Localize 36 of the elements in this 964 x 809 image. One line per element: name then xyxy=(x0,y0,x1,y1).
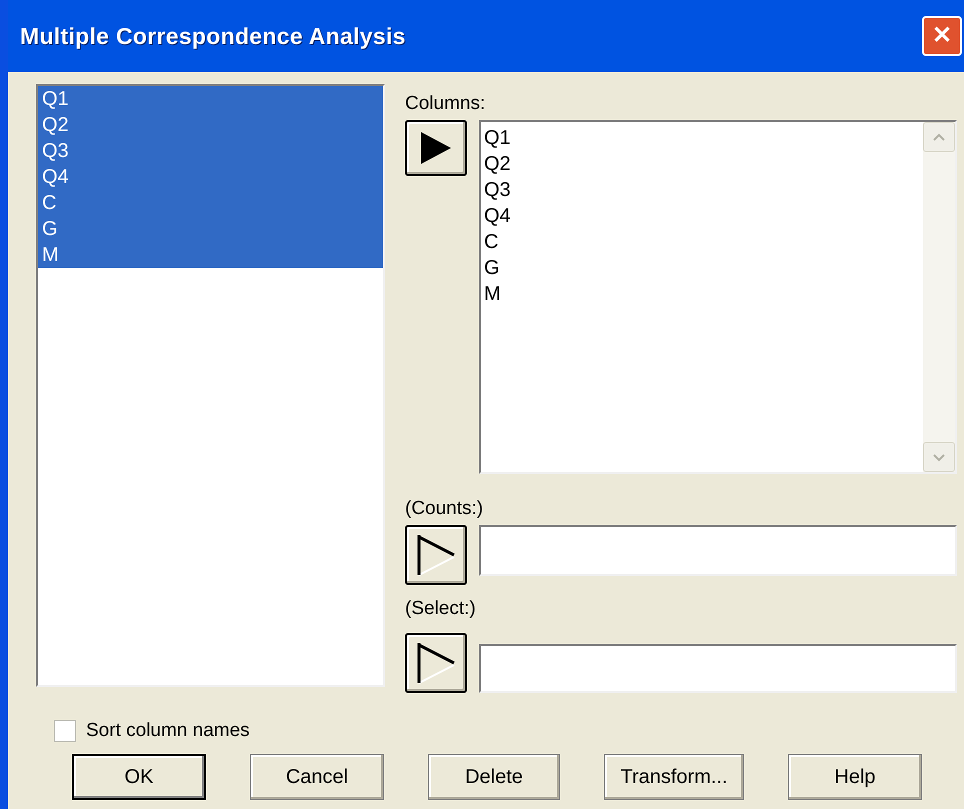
variable-item[interactable]: C xyxy=(38,190,383,216)
sort-checkbox-label: Sort column names xyxy=(86,718,250,743)
play-arrow-icon xyxy=(419,130,453,166)
play-arrow-icon xyxy=(416,641,456,685)
variable-item[interactable]: Q3 xyxy=(38,138,383,164)
variable-item[interactable]: Q2 xyxy=(38,112,383,138)
counts-label: (Counts:) xyxy=(405,497,484,521)
column-item[interactable]: Q1 xyxy=(484,125,923,151)
dialog-button[interactable]: Transform... xyxy=(604,754,744,800)
variable-item[interactable]: M xyxy=(38,242,383,268)
add-column-button[interactable] xyxy=(405,120,467,176)
counts-field[interactable] xyxy=(479,525,957,576)
column-item[interactable]: Q2 xyxy=(484,151,923,177)
column-item[interactable]: Q4 xyxy=(484,203,923,229)
column-item[interactable]: M xyxy=(484,281,923,307)
add-counts-button[interactable] xyxy=(405,525,467,585)
columns-list[interactable]: Q1 Q2 Q3 Q4 C G M xyxy=(479,120,957,474)
select-label: (Select:) xyxy=(405,597,477,621)
window-title: Multiple Correspondence Analysis xyxy=(20,22,406,51)
variable-item[interactable]: Q4 xyxy=(38,164,383,190)
column-item[interactable]: G xyxy=(484,255,923,281)
add-select-button[interactable] xyxy=(405,633,467,693)
column-item[interactable]: Q3 xyxy=(484,177,923,203)
dialog-button[interactable]: Cancel xyxy=(250,754,384,800)
variable-list[interactable]: Q1 Q2 Q3 Q4 C G M xyxy=(36,84,385,687)
dialog-button[interactable]: Help xyxy=(788,754,922,800)
variable-item[interactable]: Q1 xyxy=(38,86,383,112)
dialog-button[interactable]: OK xyxy=(72,754,206,800)
sort-checkbox[interactable] xyxy=(54,720,76,742)
close-button[interactable]: ✕ xyxy=(922,16,962,56)
dialog-button[interactable]: Delete xyxy=(428,754,560,800)
columns-label: Columns: xyxy=(405,92,486,116)
column-item[interactable]: C xyxy=(484,229,923,255)
play-arrow-icon xyxy=(416,533,456,577)
variable-item[interactable]: G xyxy=(38,216,383,242)
select-field[interactable] xyxy=(479,644,957,693)
